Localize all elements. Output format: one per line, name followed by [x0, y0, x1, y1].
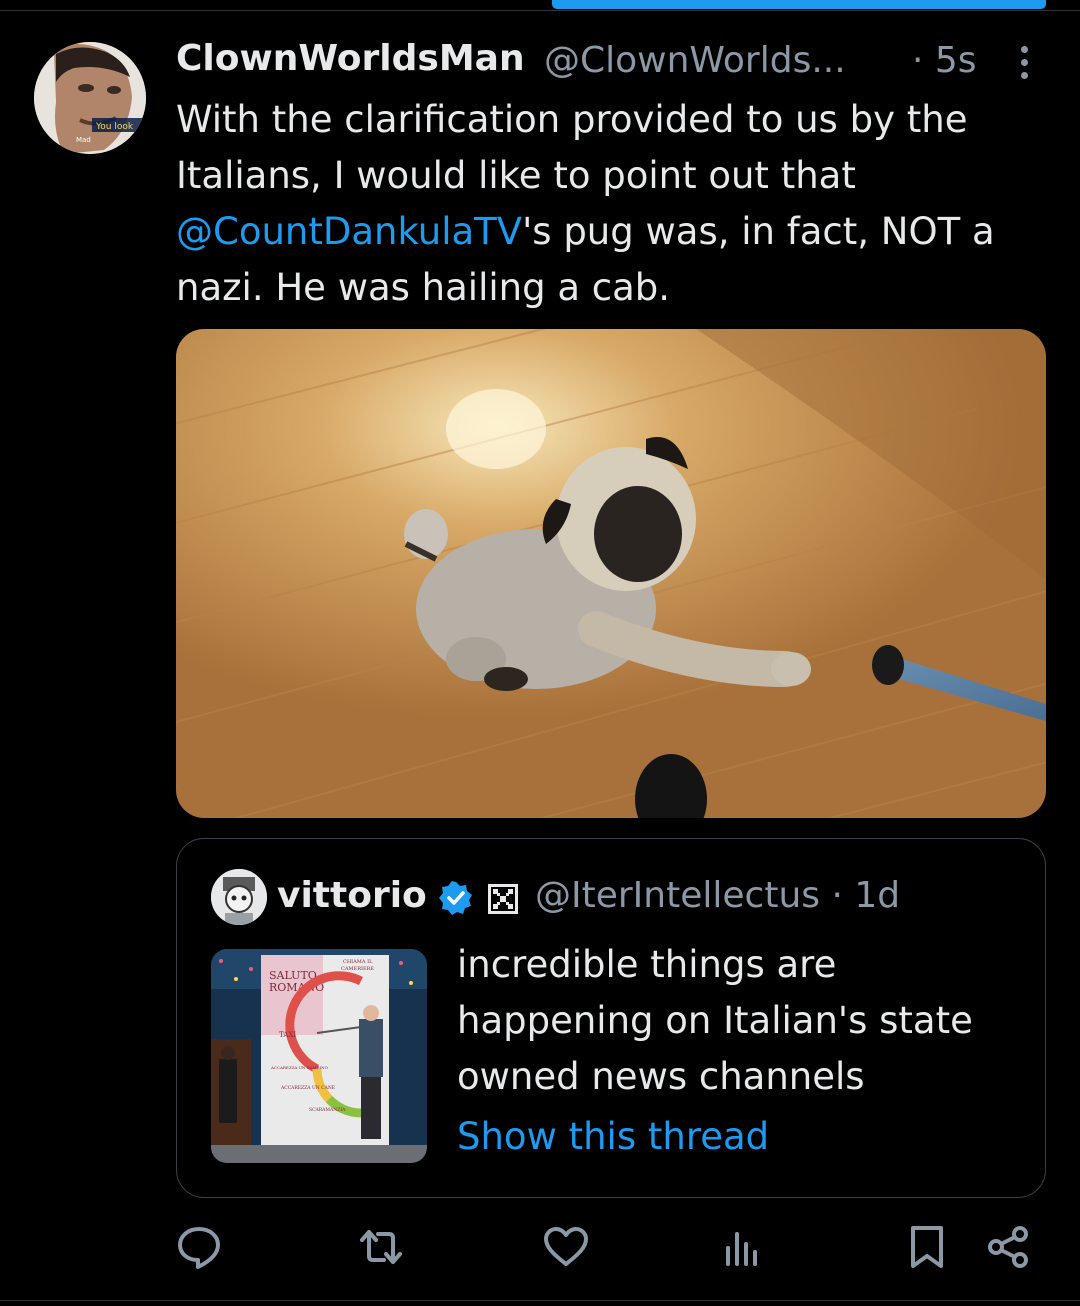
- reply-icon[interactable]: [174, 1222, 224, 1272]
- bookmark-icon[interactable]: [902, 1222, 952, 1272]
- quoted-author-name[interactable]: vittorio: [277, 875, 427, 916]
- mention-link[interactable]: @CountDankulaTV: [176, 210, 522, 253]
- quoted-author-avatar[interactable]: [211, 869, 267, 925]
- svg-text:ACCAREZZA UN BAMBINO: ACCAREZZA UN BAMBINO: [270, 1065, 329, 1070]
- quoted-text-line: owned news channels: [457, 1055, 865, 1098]
- quoted-avatar-image: [211, 869, 267, 925]
- views-icon[interactable]: [716, 1222, 766, 1272]
- share-icon[interactable]: [984, 1222, 1034, 1272]
- tweet-text-line: @CountDankulaTV's pug was, in fact, NOT …: [176, 210, 995, 253]
- tweet-media-image[interactable]: [176, 329, 1046, 818]
- svg-text:ACCAREZZA UN CANE: ACCAREZZA UN CANE: [280, 1085, 335, 1091]
- show-thread-link[interactable]: Show this thread: [457, 1115, 769, 1158]
- author-name[interactable]: ClownWorldsMan: [176, 38, 525, 79]
- top-divider: [0, 10, 1080, 11]
- quoted-tweet-text: incredible things are happening on Itali…: [457, 937, 1037, 1105]
- svg-text:You look: You look: [95, 122, 134, 132]
- like-icon[interactable]: [541, 1222, 591, 1272]
- tweet-timestamp[interactable]: · 5s: [912, 40, 977, 81]
- author-handle[interactable]: @ClownWorlds...: [544, 40, 846, 81]
- avatar-image: You look Mad: [34, 42, 146, 154]
- quoted-text-line: incredible things are: [457, 943, 837, 986]
- tweet-text-line: nazi. He was hailing a cab.: [176, 266, 671, 309]
- quoted-text-line: happening on Italian's state: [457, 999, 973, 1042]
- svg-text:SCARAMANZIA: SCARAMANZIA: [309, 1107, 346, 1113]
- svg-text:CAMERIERE: CAMERIERE: [341, 966, 374, 972]
- tweet-text-line: With the clarification provided to us by…: [176, 98, 968, 141]
- svg-text:TAXI: TAXI: [279, 1031, 296, 1039]
- more-vertical-icon[interactable]: [1014, 46, 1034, 84]
- svg-text:Mad: Mad: [76, 136, 91, 144]
- scroll-progress-bar: [552, 0, 1046, 9]
- pug-photo: [176, 329, 1046, 818]
- bottom-divider: [0, 1300, 1080, 1301]
- retweet-icon[interactable]: [356, 1222, 406, 1272]
- svg-text:CHIAMA IL: CHIAMA IL: [343, 959, 373, 965]
- verified-badge-icon: [439, 881, 472, 915]
- tweet-text-line: Italians, I would like to point out that: [176, 154, 856, 197]
- tweet-header: ClownWorldsMan @ClownWorlds... · 5s: [176, 38, 1056, 84]
- tv-studio-image: SALUTO ROMANO CHIAMA IL CAMERIERE TAXI A…: [211, 949, 427, 1163]
- quoted-media-thumbnail[interactable]: SALUTO ROMANO CHIAMA IL CAMERIERE TAXI A…: [211, 949, 427, 1163]
- affiliate-square-icon: [488, 884, 518, 914]
- author-avatar[interactable]: You look Mad: [34, 42, 146, 154]
- quoted-tweet-card[interactable]: vittorio @IterIntellectus · 1d SALUTO RO…: [176, 838, 1046, 1198]
- quoted-author-handle[interactable]: @IterIntellectus · 1d: [535, 875, 900, 916]
- tweet-text: With the clarification provided to us by…: [176, 92, 1046, 316]
- tweet-action-bar: [0, 1222, 1080, 1276]
